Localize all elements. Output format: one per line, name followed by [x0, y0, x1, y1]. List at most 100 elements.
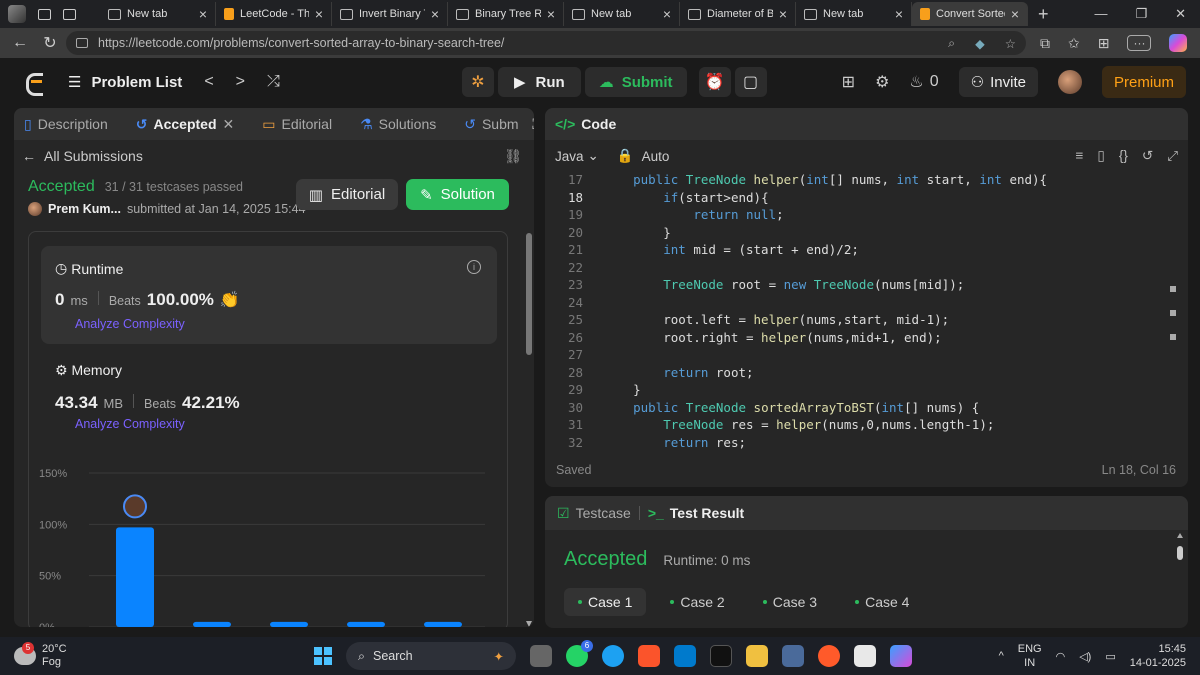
run-button[interactable]: ▶ Run — [498, 67, 581, 97]
edge-browser-icon[interactable] — [602, 645, 624, 667]
back-icon[interactable]: ← — [0, 34, 40, 52]
case-tab[interactable]: Case 4 — [841, 588, 923, 616]
next-problem-icon[interactable]: > — [236, 73, 245, 91]
case-tab[interactable]: Case 3 — [749, 588, 831, 616]
profile-avatar[interactable] — [8, 5, 26, 23]
tab-editorial[interactable]: ▭ Editorial — [262, 116, 332, 133]
photos-icon[interactable] — [782, 645, 804, 667]
extension-tag-icon[interactable]: ◆ — [975, 36, 985, 51]
code-line[interactable]: public TreeNode helper(int[] nums, int s… — [603, 172, 1047, 187]
more-menu-icon[interactable]: ··· — [1127, 35, 1152, 51]
brave-browser-icon[interactable] — [638, 645, 660, 667]
tab-actions-icon[interactable] — [63, 8, 76, 20]
code-line[interactable]: } — [603, 225, 671, 240]
copilot-app-icon[interactable] — [890, 645, 912, 667]
prev-problem-icon[interactable]: < — [204, 73, 213, 91]
runtime-box[interactable]: ◷ Runtime i 0 ms Beats 100.00% 👏 Analyze … — [41, 246, 497, 344]
file-explorer-icon[interactable] — [746, 645, 768, 667]
volume-icon[interactable]: ◁) — [1079, 650, 1091, 663]
reset-icon[interactable]: ↺ — [1142, 148, 1153, 164]
link-icon[interactable]: ⛓ — [504, 148, 522, 165]
language-select[interactable]: Java ⌄ — [555, 148, 599, 164]
browser-tab[interactable]: LeetCode - The W × — [216, 2, 332, 26]
solution-button[interactable]: ✎ Solution — [406, 179, 509, 210]
close-tab-icon[interactable]: × — [315, 6, 323, 22]
battery-icon[interactable]: ▭ — [1105, 650, 1115, 663]
tab-submissions[interactable]: ↺ Subm — [464, 116, 518, 133]
favorites-icon[interactable]: ✩ — [1068, 35, 1080, 52]
language-indicator[interactable]: ENG IN — [1018, 642, 1042, 670]
code-line[interactable]: return null; — [603, 207, 783, 222]
maximize-icon[interactable]: ❐ — [1135, 6, 1147, 22]
chart-bar[interactable] — [116, 527, 154, 627]
shuffle-icon[interactable]: ⤮ — [267, 73, 280, 91]
clock[interactable]: 15:45 14-01-2025 — [1130, 642, 1186, 670]
code-line[interactable]: TreeNode root = new TreeNode(nums[mid]); — [603, 277, 964, 292]
bookmark-icon[interactable]: ▯ — [1097, 148, 1104, 164]
terminal-app-icon[interactable] — [710, 645, 732, 667]
task-view-icon[interactable] — [530, 645, 552, 667]
whatsapp-icon[interactable]: 6 — [566, 640, 593, 667]
store-icon[interactable] — [854, 645, 876, 667]
chevron-up-icon[interactable]: ^ — [999, 650, 1004, 662]
windows-start-icon[interactable] — [314, 647, 332, 665]
copilot-icon[interactable] — [1169, 34, 1188, 52]
close-tab-icon[interactable]: × — [431, 6, 439, 22]
code-line[interactable]: if(start>end){ — [603, 190, 768, 205]
editorial-button[interactable]: ▥ Editorial — [296, 179, 398, 210]
premium-button[interactable]: Premium — [1101, 66, 1186, 98]
case-tab[interactable]: Case 2 — [656, 588, 738, 616]
workspaces-icon[interactable] — [38, 8, 51, 20]
close-tab-icon[interactable]: × — [663, 6, 671, 22]
code-line[interactable]: return res; — [603, 435, 746, 450]
debug-button[interactable]: ✲ — [462, 67, 494, 97]
url-field[interactable]: https://leetcode.com/problems/convert-so… — [66, 31, 1026, 55]
close-tab-icon[interactable]: × — [1011, 6, 1019, 22]
tab-description[interactable]: ▯ Description — [24, 116, 108, 133]
browser-tab[interactable]: Convert Sorted A × — [912, 2, 1028, 26]
tab-solutions[interactable]: ⚗ Solutions — [360, 116, 436, 133]
close-tab-icon[interactable]: × — [895, 6, 903, 22]
info-icon[interactable]: i — [467, 260, 481, 274]
code-line[interactable]: root.right = helper(nums,mid+1, end); — [603, 330, 941, 345]
invite-button[interactable]: ⚇ Invite — [958, 67, 1038, 97]
favorite-icon[interactable]: ☆ — [1005, 36, 1016, 51]
case-tab[interactable]: Case 1 — [564, 588, 647, 616]
chart-bar[interactable] — [270, 621, 308, 627]
new-tab-button[interactable]: + — [1028, 4, 1059, 25]
browser-tab[interactable]: Invert Binary Tre × — [332, 2, 448, 26]
submit-button[interactable]: ☁ Submit — [584, 67, 687, 97]
close-tab-icon[interactable]: × — [779, 6, 787, 22]
browser-tab[interactable]: New tab × — [796, 2, 912, 26]
refresh-icon[interactable]: ↻ — [40, 33, 60, 53]
mode-label[interactable]: Auto — [642, 149, 670, 164]
chart-bar[interactable] — [193, 621, 231, 627]
code-line[interactable]: return root; — [603, 365, 753, 380]
user-avatar[interactable] — [1057, 70, 1082, 94]
close-tab-icon[interactable]: × — [199, 6, 207, 22]
format-icon[interactable]: ≡ — [1076, 148, 1084, 164]
streak-counter[interactable]: ♨ 0 — [909, 72, 938, 92]
browser-tab[interactable]: New tab × — [564, 2, 680, 26]
extensions-icon[interactable]: ⧉ — [1040, 35, 1050, 52]
taskbar-search[interactable]: ⌕ Search ✦ — [346, 642, 516, 670]
site-info-icon[interactable] — [76, 38, 88, 48]
minimize-icon[interactable]: — — [1094, 6, 1107, 22]
wifi-icon[interactable]: ◠ — [1056, 650, 1066, 663]
analyze-complexity-link[interactable]: Analyze Complexity — [75, 317, 185, 331]
all-submissions-link[interactable]: ← All Submissions ⛓ — [14, 140, 534, 172]
close-window-icon[interactable]: ✕ — [1175, 6, 1186, 22]
result-scrollbar[interactable] — [1176, 532, 1184, 572]
code-line[interactable]: int mid = (start + end)/2; — [603, 242, 859, 257]
code-line[interactable]: } — [603, 382, 641, 397]
tab-accepted[interactable]: ↺ Accepted ✕ — [136, 116, 235, 133]
problem-list-button[interactable]: ☰ Problem List — [68, 73, 182, 92]
vscode-icon[interactable] — [674, 645, 696, 667]
tab-test-result[interactable]: >_ Test Result — [648, 505, 744, 521]
submitter-name[interactable]: Prem Kum... — [48, 202, 121, 216]
weather-widget[interactable]: 5 20°C Fog — [0, 642, 67, 669]
chart-bar[interactable] — [424, 621, 462, 627]
braces-icon[interactable]: {} — [1119, 148, 1128, 164]
code-line[interactable]: public TreeNode sortedArrayToBST(int[] n… — [603, 400, 979, 415]
panel-scrollbar[interactable] — [526, 233, 532, 627]
